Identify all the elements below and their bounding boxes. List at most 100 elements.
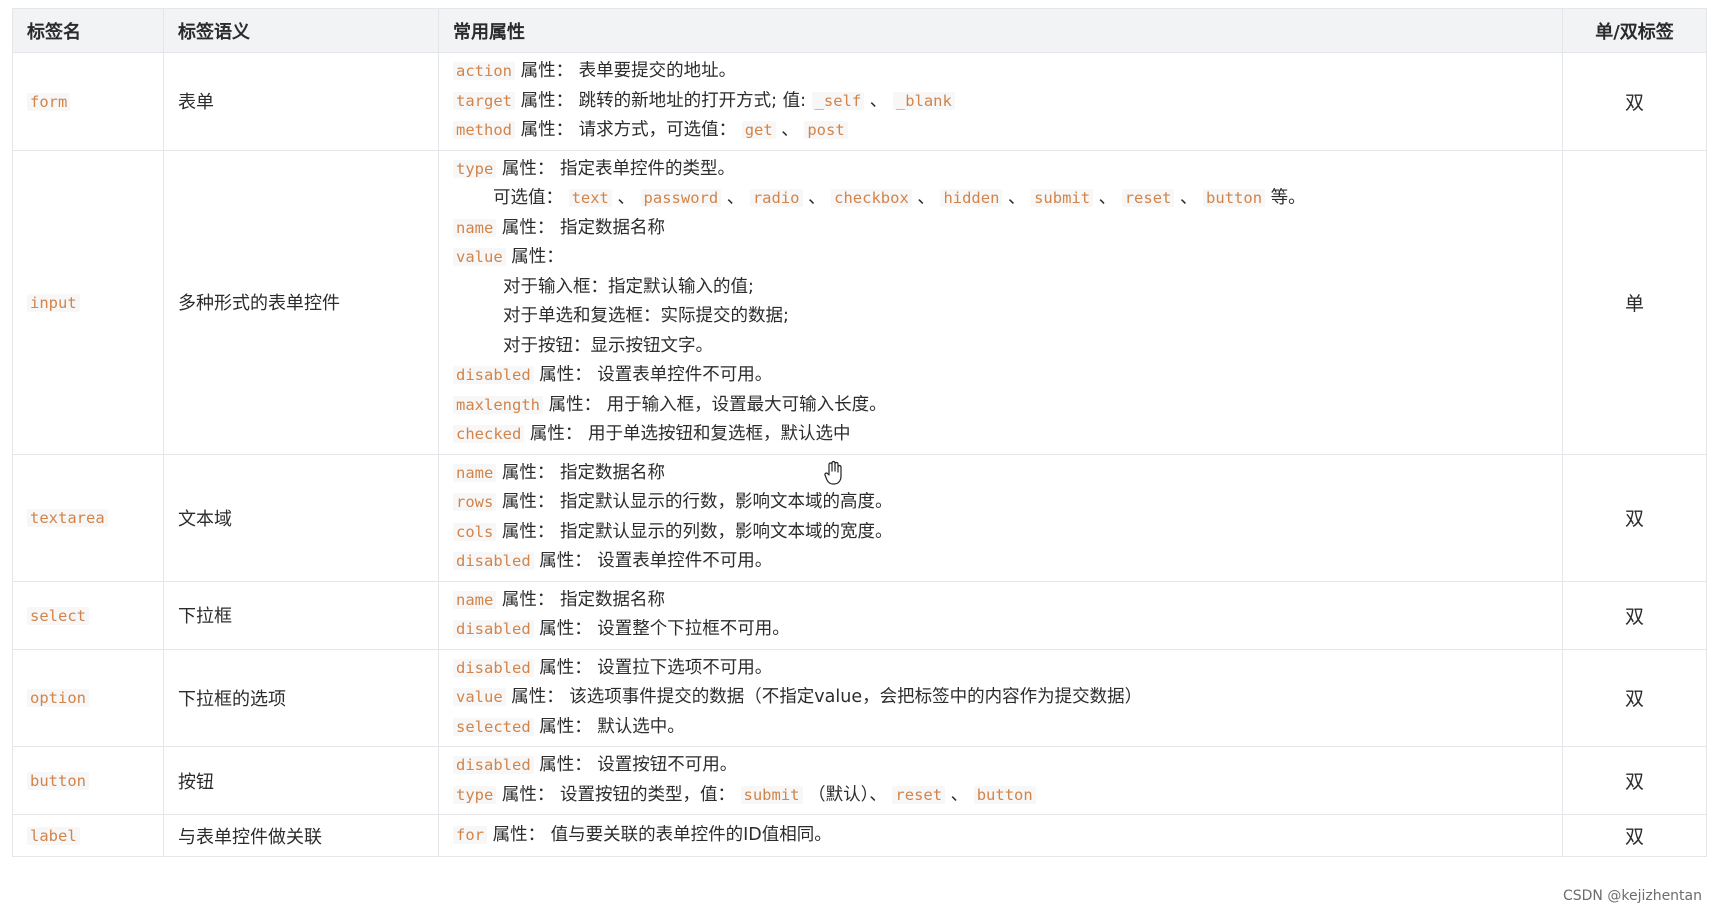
attr-text: 属性： 指定数据名称 bbox=[496, 589, 665, 610]
attr-code: maxlength bbox=[453, 395, 543, 414]
tag-semantic-cell: 与表单控件做关联 bbox=[163, 814, 439, 857]
header-tag-type: 单/双标签 bbox=[1562, 8, 1707, 53]
tag-semantic-cell: 下拉框的选项 bbox=[163, 648, 439, 747]
attr-text: 、 bbox=[945, 784, 974, 805]
attr-line: type 属性： 设置按钮的类型，值： submit （默认）、 reset 、… bbox=[453, 781, 1548, 811]
attr-line: 对于输入框：指定默认输入的值; bbox=[453, 273, 1548, 303]
attr-text: 对于按钮：显示按钮文字。 bbox=[503, 335, 713, 356]
attr-line: disabled 属性： 设置按钮不可用。 bbox=[453, 751, 1548, 781]
tag-name-code: input bbox=[27, 293, 80, 312]
attr-code: for bbox=[453, 825, 487, 844]
tag-name-code: select bbox=[27, 606, 89, 625]
attr-code: cols bbox=[453, 522, 497, 541]
attr-text: 属性： 表单要提交的地址。 bbox=[515, 61, 737, 81]
tag-semantic-cell: 按钮 bbox=[163, 746, 439, 815]
tag-table-container: 标签名 标签语义 常用属性 单/双标签 form 表单 action 属性： 表单要… bbox=[12, 8, 1707, 857]
hand-cursor-icon bbox=[824, 460, 842, 485]
table-row: select 下拉框 name 属性： 指定数据名称 disabled 属性： 设置整… bbox=[12, 580, 1707, 650]
tag-semantic-cell: 表单 bbox=[163, 52, 439, 151]
table-row: option 下拉框的选项 disabled 属性： 设置拉下选项不可用。 value… bbox=[12, 648, 1707, 747]
common-attrs-cell: action 属性： 表单要提交的地址。 target 属性： 跳转的新地址的打开… bbox=[438, 52, 1563, 151]
tag-name-cell: label bbox=[12, 814, 164, 857]
common-attrs-cell: disabled 属性： 设置拉下选项不可用。 value 属性： 该选项事件提交… bbox=[438, 648, 1563, 747]
attr-code: disabled bbox=[453, 756, 534, 774]
attr-line: method 属性： 请求方式，可选值： get 、 post bbox=[453, 116, 1548, 146]
attr-text: 可选值： bbox=[493, 188, 569, 208]
attr-line: value 属性： bbox=[453, 243, 1548, 273]
attr-line: maxlength 属性： 用于输入框，设置最大可输入长度。 bbox=[453, 391, 1548, 421]
tag-type-cell: 双 bbox=[1562, 580, 1707, 650]
attr-line: name 属性： 指定数据名称 bbox=[453, 459, 1548, 489]
attr-code: radio bbox=[749, 189, 803, 207]
attr-code: disabled bbox=[453, 620, 534, 638]
table-row: input 多种形式的表单控件 type 属性： 指定表单控件的类型。 可选值： te… bbox=[12, 149, 1707, 455]
tag-name-code: label bbox=[27, 827, 80, 845]
attr-code: submit bbox=[740, 785, 803, 804]
attr-text: 对于单选和复选框：实际提交的数据; bbox=[503, 306, 789, 326]
attr-code: type bbox=[453, 159, 497, 178]
header-row: 标签名 标签语义 常用属性 单/双标签 bbox=[12, 8, 1707, 53]
attr-text: 对于输入框：指定默认输入的值; bbox=[503, 276, 754, 297]
attr-text: 属性： 用于单选按钮和复选框，默认选中 bbox=[524, 424, 851, 444]
attr-text: 属性： 值与要关联的表单控件的ID值相同。 bbox=[487, 824, 832, 845]
table-row: label 与表单控件做关联 for 属性： 值与要关联的表单控件的ID值相同。双 bbox=[12, 814, 1707, 857]
tag-type-cell: 单 bbox=[1562, 149, 1707, 455]
attr-text: 属性： bbox=[505, 247, 564, 267]
attr-line: rows 属性： 指定默认显示的行数，影响文本域的高度。 bbox=[453, 488, 1548, 518]
attr-line: disabled 属性： 设置整个下拉框不可用。 bbox=[453, 615, 1548, 645]
header-common-attrs: 常用属性 bbox=[438, 8, 1563, 53]
attr-text: 属性： 指定默认显示的行数，影响文本域的高度。 bbox=[496, 492, 893, 512]
attr-code: checkbox bbox=[831, 189, 912, 207]
attr-text: （默认）、 bbox=[802, 784, 893, 805]
attr-text: 、 bbox=[1174, 188, 1204, 208]
tag-name-code: form bbox=[27, 92, 71, 111]
common-attrs-cell: disabled 属性： 设置按钮不可用。 type 属性： 设置按钮的类型，值：… bbox=[438, 746, 1563, 815]
attr-code: method bbox=[453, 121, 515, 139]
header-tag-name: 标签名 bbox=[12, 8, 164, 53]
attr-code: action bbox=[453, 62, 515, 80]
table-row: textarea 文本域 name 属性： 指定数据名称 rows 属性： 指定默认显… bbox=[12, 453, 1707, 582]
attr-code: text bbox=[568, 189, 612, 207]
attr-line: target 属性： 跳转的新地址的打开方式; 值: _self 、 _blan… bbox=[453, 87, 1548, 117]
attr-text: 、 bbox=[1002, 188, 1032, 208]
attr-code: reset bbox=[1121, 189, 1175, 207]
attr-text: 属性： 默认选中。 bbox=[533, 716, 685, 737]
attr-line: disabled 属性： 设置表单控件不可用。 bbox=[453, 361, 1548, 391]
attr-line: type 属性： 指定表单控件的类型。 bbox=[453, 155, 1548, 185]
tag-type-cell: 双 bbox=[1562, 746, 1707, 815]
attr-text: 属性： 指定默认显示的列数，影响文本域的宽度。 bbox=[496, 521, 893, 542]
attr-text: 、 bbox=[911, 188, 941, 208]
attr-text: 属性： 请求方式，可选值： bbox=[515, 120, 742, 140]
attr-text: 属性： 用于输入框，设置最大可输入长度。 bbox=[543, 394, 887, 415]
attr-code: post bbox=[804, 121, 848, 139]
attr-text: 、 bbox=[864, 90, 893, 111]
header-tag-semantic: 标签语义 bbox=[163, 8, 439, 53]
attr-line: name 属性： 指定数据名称 bbox=[453, 214, 1548, 244]
attr-code: value bbox=[453, 248, 506, 266]
tag-name-cell: option bbox=[12, 648, 164, 747]
attr-code: rows bbox=[453, 493, 497, 511]
attr-line: disabled 属性： 设置表单控件不可用。 bbox=[453, 547, 1548, 577]
attr-code: get bbox=[741, 121, 776, 139]
attr-text: 属性： 指定数据名称 bbox=[496, 217, 665, 238]
attr-line: for 属性： 值与要关联的表单控件的ID值相同。 bbox=[453, 821, 1548, 851]
tag-name-cell: form bbox=[12, 52, 164, 151]
attr-code: reset bbox=[892, 785, 946, 804]
attr-code: name bbox=[453, 218, 497, 237]
attr-text: 属性： 设置按钮的类型，值： bbox=[496, 784, 741, 805]
attr-text: 属性： 设置拉下选项不可用。 bbox=[533, 657, 773, 678]
table-body: form 表单 action 属性： 表单要提交的地址。 target 属性： 跳转的… bbox=[12, 52, 1707, 857]
attr-code: disabled bbox=[453, 366, 534, 384]
table-header: 标签名 标签语义 常用属性 单/双标签 bbox=[12, 8, 1707, 53]
attr-text: 、 bbox=[1093, 188, 1122, 208]
form-tags-table: 标签名 标签语义 常用属性 单/双标签 form 表单 action 属性： 表单要… bbox=[12, 8, 1707, 857]
attr-line: 对于单选和复选框：实际提交的数据; bbox=[453, 302, 1548, 332]
tag-name-cell: select bbox=[12, 580, 164, 650]
common-attrs-cell: type 属性： 指定表单控件的类型。 可选值： text 、 password … bbox=[438, 149, 1563, 455]
attr-code: hidden bbox=[940, 189, 1003, 207]
attr-text: 、 bbox=[802, 188, 832, 208]
attr-text: 属性： 指定数据名称 bbox=[496, 462, 665, 483]
attr-code: button bbox=[1203, 189, 1266, 207]
common-attrs-cell: name 属性： 指定数据名称 disabled 属性： 设置整个下拉框不可用。 bbox=[438, 580, 1563, 650]
attr-code: _blank bbox=[892, 91, 955, 110]
